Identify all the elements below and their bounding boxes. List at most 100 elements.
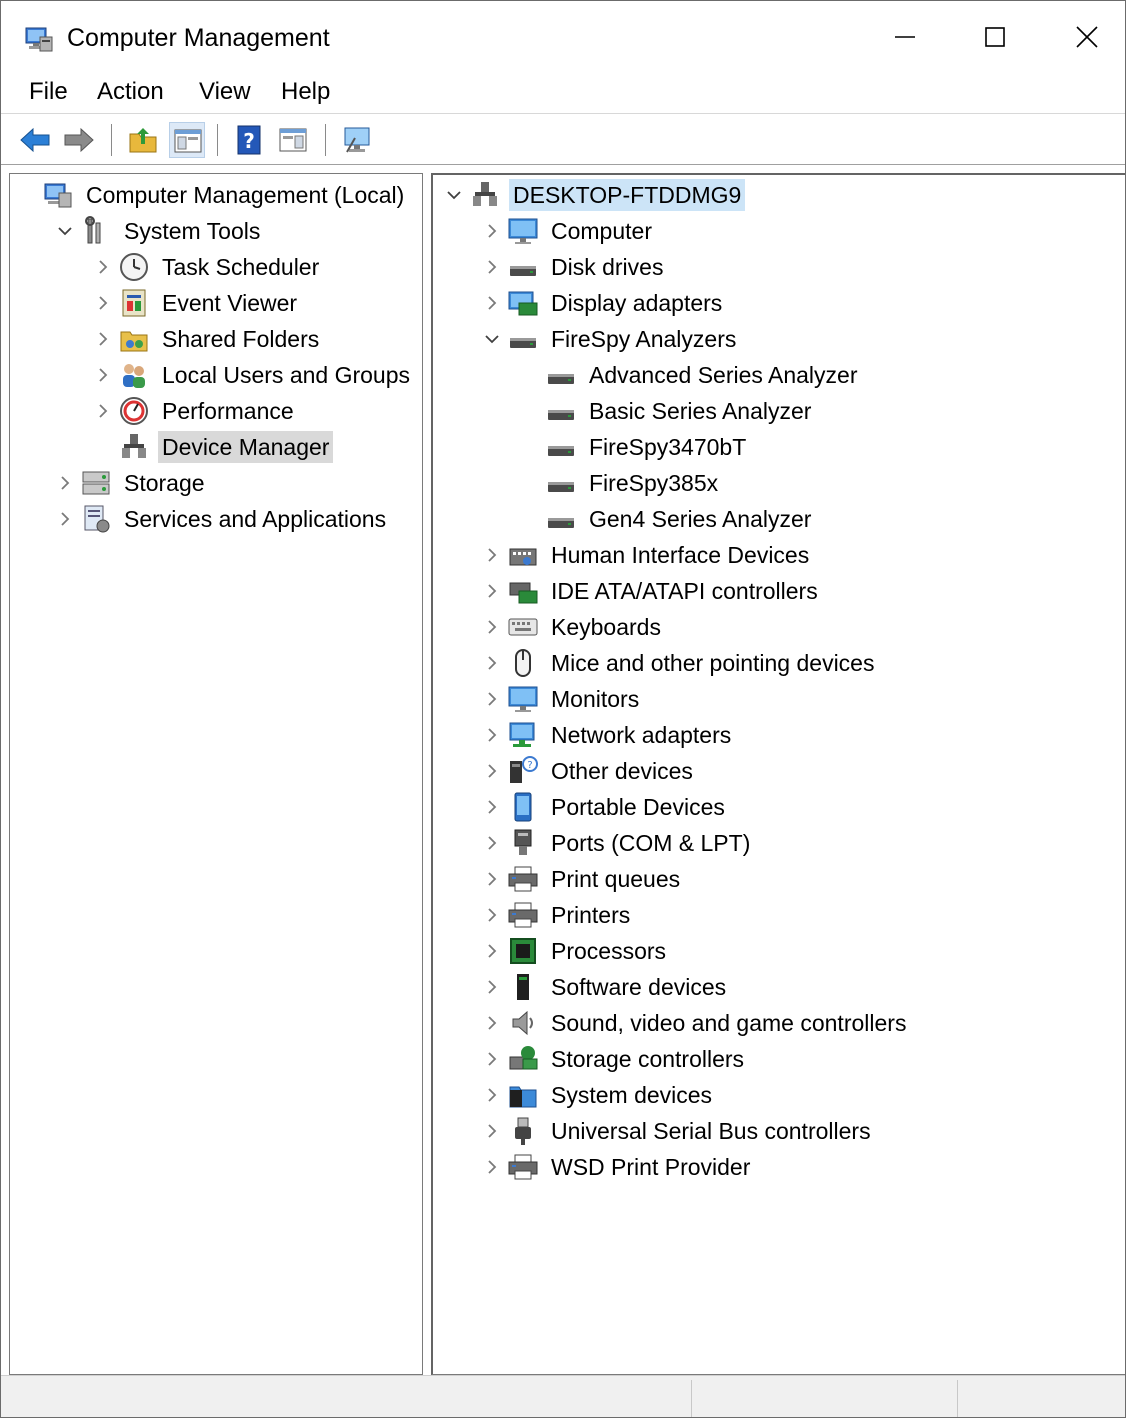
chevron-right-icon[interactable] (483, 582, 501, 600)
device-node-ports-com-lpt[interactable]: Ports (COM & LPT) (483, 826, 754, 860)
chevron-right-icon[interactable] (483, 942, 501, 960)
device-node-firespy3470bt[interactable]: FireSpy3470bT (521, 430, 750, 464)
device-node-universal-serial-bus-controllers[interactable]: Universal Serial Bus controllers (483, 1114, 875, 1148)
tree-item-performance[interactable]: Performance (94, 394, 298, 428)
chevron-right-icon[interactable] (483, 690, 501, 708)
tree-item-local-users-and-groups[interactable]: Local Users and Groups (94, 358, 414, 392)
computer-node-icon (473, 182, 497, 206)
tree-item-event-viewer[interactable]: Event Viewer (94, 286, 301, 320)
chevron-right-icon[interactable] (483, 618, 501, 636)
menu-help[interactable]: Help (279, 75, 332, 109)
device-node-portable-devices[interactable]: Portable Devices (483, 790, 729, 824)
chevron-down-icon[interactable] (445, 186, 463, 204)
title-bar[interactable]: Computer Management (1, 1, 1125, 71)
chevron-right-icon[interactable] (94, 366, 112, 384)
chevron-right-icon[interactable] (483, 906, 501, 924)
maximize-icon (985, 27, 1005, 47)
drive-icon (548, 446, 574, 456)
chevron-right-icon[interactable] (483, 1122, 501, 1140)
device-node-ide-ata-atapi-controllers[interactable]: IDE ATA/ATAPI controllers (483, 574, 822, 608)
chevron-right-icon[interactable] (483, 222, 501, 240)
close-button[interactable] (1057, 9, 1117, 65)
chevron-down-icon[interactable] (483, 330, 501, 348)
tree-item-storage[interactable]: Storage (56, 466, 209, 500)
menu-view[interactable]: View (197, 75, 253, 109)
tree-item-device-manager[interactable]: Device Manager (94, 430, 334, 464)
tree-item-label: IDE ATA/ATAPI controllers (551, 578, 818, 604)
chevron-right-icon[interactable] (56, 474, 74, 492)
chevron-right-icon[interactable] (483, 654, 501, 672)
device-node-monitors[interactable]: Monitors (483, 682, 643, 716)
device-node-mice-and-other-pointing-devices[interactable]: Mice and other pointing devices (483, 646, 878, 680)
device-node-storage-controllers[interactable]: Storage controllers (483, 1042, 748, 1076)
chevron-right-icon[interactable] (94, 402, 112, 420)
device-node-human-interface-devices[interactable]: Human Interface Devices (483, 538, 813, 572)
chevron-down-icon[interactable] (56, 222, 74, 240)
chevron-right-icon[interactable] (94, 294, 112, 312)
tree-item-system-tools[interactable]: System Tools (56, 214, 264, 248)
tree-item-computer-management-local[interactable]: Computer Management (Local) (18, 178, 408, 212)
chevron-right-icon[interactable] (483, 726, 501, 744)
device-node-print-queues[interactable]: Print queues (483, 862, 684, 896)
chevron-right-icon[interactable] (483, 798, 501, 816)
device-node-basic-series-analyzer[interactable]: Basic Series Analyzer (521, 394, 815, 428)
device-node-firespy385x[interactable]: FireSpy385x (521, 466, 722, 500)
device-node-processors[interactable]: Processors (483, 934, 670, 968)
device-node-display-adapters[interactable]: Display adapters (483, 286, 726, 320)
chevron-right-icon[interactable] (483, 258, 501, 276)
device-node-keyboards[interactable]: Keyboards (483, 610, 665, 644)
forward-button[interactable] (61, 122, 97, 158)
device-node-advanced-series-analyzer[interactable]: Advanced Series Analyzer (521, 358, 862, 392)
chevron-right-icon[interactable] (483, 1086, 501, 1104)
svg-text:?: ? (527, 760, 532, 771)
tree-item-label: Gen4 Series Analyzer (589, 506, 812, 532)
device-node-network-adapters[interactable]: Network adapters (483, 718, 735, 752)
tree-item-task-scheduler[interactable]: Task Scheduler (94, 250, 323, 284)
show-hide-console-tree-button[interactable] (169, 122, 205, 158)
back-button[interactable] (17, 122, 53, 158)
computer-management-icon (23, 23, 55, 55)
chevron-right-icon[interactable] (94, 258, 112, 276)
device-node-disk-drives[interactable]: Disk drives (483, 250, 667, 284)
chevron-right-icon[interactable] (94, 330, 112, 348)
back-icon (20, 127, 50, 153)
device-node-desktop-ftddmg9[interactable]: DESKTOP-FTDDMG9 (445, 178, 746, 212)
chevron-right-icon[interactable] (483, 870, 501, 888)
tree-item-label: Computer (551, 218, 652, 244)
tree-item-shared-folders[interactable]: Shared Folders (94, 322, 323, 356)
maximize-button[interactable] (965, 9, 1025, 65)
up-one-level-button[interactable] (125, 122, 161, 158)
menu-action[interactable]: Action (95, 75, 166, 109)
shared-folders-icon (120, 331, 148, 352)
chevron-right-icon[interactable] (483, 834, 501, 852)
console-tree-pane[interactable]: Computer Management (Local) System Tools T… (9, 173, 423, 1375)
tree-item-label: Processors (551, 938, 667, 964)
chevron-right-icon[interactable] (483, 546, 501, 564)
chevron-right-icon[interactable] (483, 1014, 501, 1032)
tree-item-label: Human Interface Devices (551, 542, 810, 568)
show-hide-action-pane-button[interactable] (275, 122, 311, 158)
device-node-gen4-series-analyzer[interactable]: Gen4 Series Analyzer (521, 502, 815, 536)
device-node-firespy-analyzers[interactable]: FireSpy Analyzers (483, 322, 740, 356)
device-node-sound-video-and-game-controllers[interactable]: Sound, video and game controllers (483, 1006, 910, 1040)
device-node-computer[interactable]: Computer (483, 214, 656, 248)
chevron-right-icon[interactable] (483, 294, 501, 312)
device-manager-pane[interactable]: DESKTOP-FTDDMG9 Computer Disk drives Displa… (431, 173, 1125, 1375)
tree-item-services-and-applications[interactable]: Services and Applications (56, 502, 390, 536)
storage-controller-icon (509, 1046, 538, 1070)
chevron-right-icon[interactable] (483, 978, 501, 996)
minimize-button[interactable] (875, 9, 935, 65)
help-button[interactable]: ? (231, 122, 267, 158)
device-node-printers[interactable]: Printers (483, 898, 634, 932)
device-node-other-devices[interactable]: ? Other devices (483, 754, 697, 788)
connect-to-computer-button[interactable] (339, 122, 375, 158)
device-node-software-devices[interactable]: Software devices (483, 970, 730, 1004)
menu-file[interactable]: File (27, 75, 70, 109)
chevron-right-icon[interactable] (483, 762, 501, 780)
chevron-right-icon[interactable] (483, 1158, 501, 1176)
chevron-right-icon[interactable] (56, 510, 74, 528)
device-node-system-devices[interactable]: System devices (483, 1078, 716, 1112)
device-node-wsd-print-provider[interactable]: WSD Print Provider (483, 1150, 754, 1184)
chevron-right-icon[interactable] (483, 1050, 501, 1068)
